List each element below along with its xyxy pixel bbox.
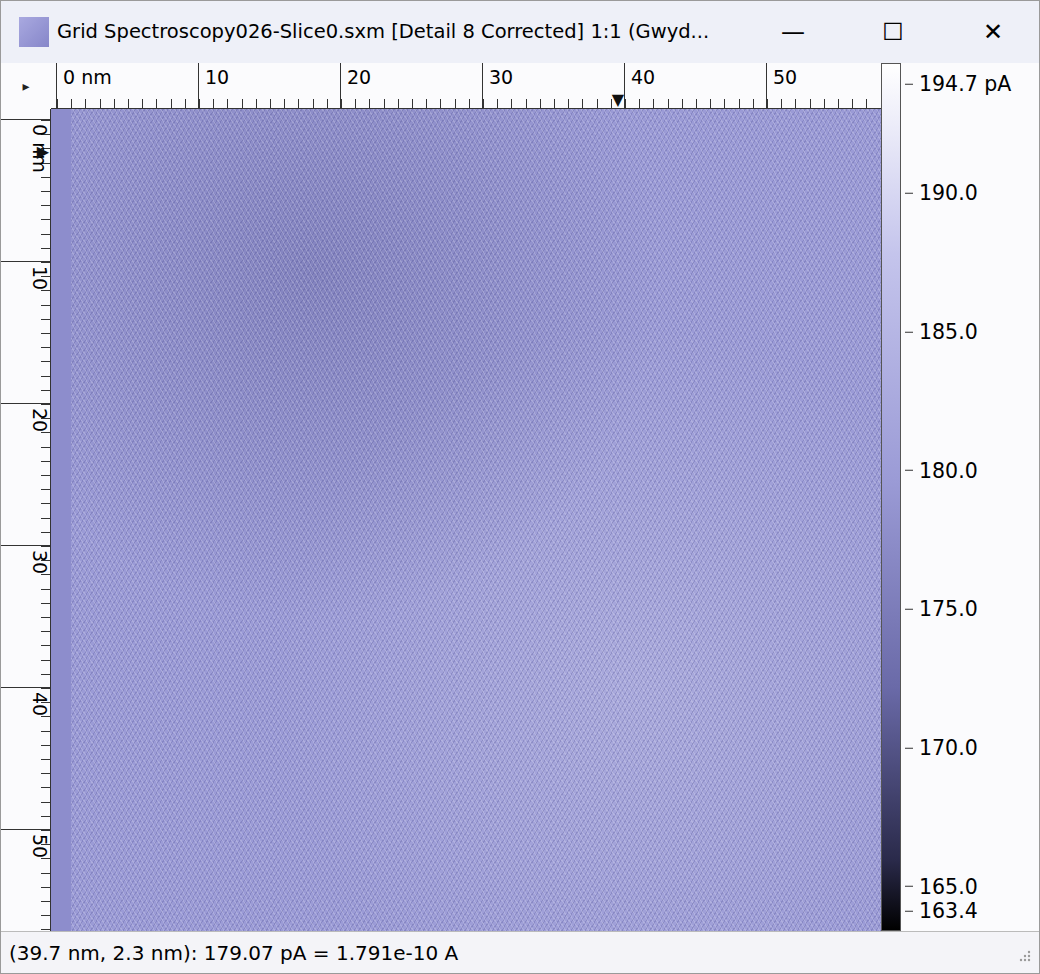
scale-label: 180.0 — [905, 460, 978, 481]
ruler-label: 0 nm — [1, 119, 50, 261]
ruler-label: 40 — [1, 687, 50, 829]
status-bar: (39.7 nm, 2.3 nm): 179.07 pA = 1.791e-10… — [1, 931, 1039, 974]
ruler-label: 30 — [1, 545, 50, 687]
ruler-corner[interactable]: ▸ — [1, 63, 51, 109]
window-title: Grid Spectroscopy026-Slice0.sxm [Detail … — [57, 17, 739, 46]
scale-label: 163.4 — [905, 901, 978, 922]
gwyddion-window: Grid Spectroscopy026-Slice0.sxm [Detail … — [0, 0, 1040, 974]
minimize-button[interactable]: — — [747, 1, 839, 63]
scale-label: 165.0 — [905, 876, 978, 897]
ruler-label: 50 — [1, 829, 50, 931]
left-ruler: 0 nm1020304050 ▶ — [1, 109, 51, 931]
scale-label: 170.0 — [905, 738, 978, 759]
scale-label: 175.0 — [905, 599, 978, 620]
x-cursor-marker: ▼ — [612, 92, 624, 108]
scale-label: 190.0 — [905, 183, 978, 204]
status-text: (39.7 nm, 2.3 nm): 179.07 pA = 1.791e-10… — [9, 938, 458, 968]
ruler-label: 10 — [198, 63, 340, 108]
resize-grip-icon[interactable] — [1017, 938, 1031, 968]
ruler-label: 40 — [624, 63, 766, 108]
title-bar[interactable]: Grid Spectroscopy026-Slice0.sxm [Detail … — [1, 1, 1039, 63]
color-scale-bar — [881, 63, 901, 931]
ruler-label: 0 nm — [56, 63, 198, 108]
app-icon — [19, 17, 49, 47]
ruler-label: 20 — [1, 403, 50, 545]
ruler-label: 10 — [1, 261, 50, 403]
color-scale-labels: 194.7 pA 190.0 185.0 180.0 175.0 170.0 165.0 16… — [901, 63, 1039, 931]
top-ruler: 0 nm1020304050 ▼ — [51, 63, 881, 109]
ruler-label: 50 — [766, 63, 881, 108]
scale-label: 185.0 — [905, 322, 978, 343]
maximize-button[interactable]: ☐ — [847, 1, 939, 63]
ruler-label: 30 — [482, 63, 624, 108]
ruler-label: 20 — [340, 63, 482, 108]
image-area: ▸0 nm1020304050▼194.7 pA190.0185.0180.01… — [1, 63, 1039, 931]
close-button[interactable]: ✕ — [947, 1, 1039, 63]
stm-image[interactable] — [51, 109, 881, 931]
y-cursor-marker: ▶ — [37, 144, 49, 160]
scale-label: 194.7 pA — [905, 74, 1011, 95]
